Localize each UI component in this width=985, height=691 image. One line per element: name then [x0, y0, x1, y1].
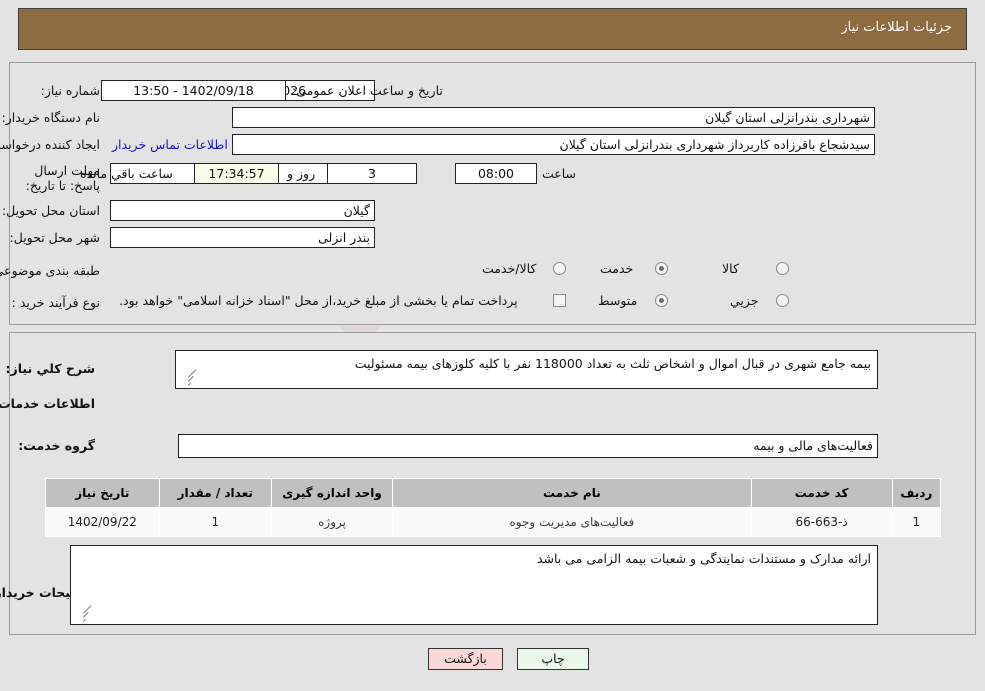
announce-date-value: 1402/09/18 - 13:50: [101, 80, 286, 101]
city-value: بندر انزلی: [110, 227, 375, 248]
need-info-panel: [9, 62, 976, 325]
days-remaining-value: 3: [327, 163, 417, 184]
cell-date: 1402/09/22: [45, 507, 160, 537]
buyer-notes-textarea[interactable]: ارائه مدارک و مستندات نمایندگی و شعبات ب…: [70, 545, 878, 625]
services-section-title: اطلاعات خدمات مورد نیاز: [0, 396, 95, 411]
creator-value: سیدشجاع باقرزاده کاربرداز شهرداری بندران…: [232, 134, 875, 155]
radio-process-motevaset[interactable]: [655, 294, 668, 307]
col-code: کد خدمت: [750, 478, 893, 508]
time-remaining-value: 17:34:57: [194, 163, 279, 184]
radio-label-kala[interactable]: کالا: [722, 261, 739, 276]
cell-unit: پروژه: [270, 507, 394, 537]
announce-date-label: تاریخ و ساعت اعلان عمومی:: [292, 83, 443, 98]
city-label: شهر محل تحویل:: [9, 230, 100, 245]
process-label: نوع فرآیند خرید :: [11, 295, 100, 310]
radio-label-khedmat[interactable]: خدمت: [600, 261, 633, 276]
need-number-label: شماره نیاز:: [40, 83, 100, 98]
page-title: جزئیات اطلاعات نیاز: [841, 20, 952, 35]
radio-category-kala[interactable]: [776, 262, 789, 275]
radio-process-jozee[interactable]: [776, 294, 789, 307]
creator-label: ایجاد کننده درخواست:: [0, 137, 100, 152]
buyer-org-label: نام دستگاه خریدار:: [1, 110, 100, 125]
description-textarea[interactable]: بیمه جامع شهری در قبال اموال و اشخاص ثلث…: [175, 350, 878, 389]
service-group-label: گروه خدمت:: [18, 438, 95, 453]
page-root: جزئیات اطلاعات نیاز شماره نیاز: 11020052…: [0, 0, 985, 691]
buyer-org-value: شهرداری بندرانزلی استان گیلان: [232, 107, 875, 128]
radio-category-khedmat[interactable]: [655, 262, 668, 275]
description-value: بیمه جامع شهری در قبال اموال و اشخاص ثلث…: [354, 356, 871, 371]
checkbox-treasury-document[interactable]: [553, 294, 566, 307]
cell-row: 1: [891, 507, 942, 537]
treasury-note-label: پرداخت تمام یا بخشی از مبلغ خرید،از محل …: [119, 293, 518, 308]
table-row: 1 ذ-663-66 فعالیت‌های مدیریت وجوه پروژه …: [45, 507, 942, 537]
print-button[interactable]: چاپ: [517, 648, 589, 670]
col-qty: تعداد / مقدار: [158, 478, 272, 508]
resize-grip-icon-2[interactable]: [73, 605, 92, 623]
service-group-value: فعالیت‌های مالی و بیمه: [178, 434, 878, 458]
col-date: تاریخ نیاز: [45, 478, 160, 508]
cell-qty: 1: [158, 507, 272, 537]
resize-grip-icon[interactable]: [178, 369, 197, 387]
radio-label-jozee[interactable]: جزيي: [730, 293, 759, 308]
category-label: طبقه بندی موضوعی:: [0, 263, 100, 278]
buyer-notes-value: ارائه مدارک و مستندات نمایندگی و شعبات ب…: [536, 551, 871, 566]
col-unit: واحد اندازه گیری: [270, 478, 394, 508]
back-button[interactable]: بازگشت: [428, 648, 503, 670]
days-unit-label: روز و: [287, 166, 316, 181]
hour-value: 08:00: [455, 163, 537, 184]
province-label: استان محل تحویل:: [1, 203, 100, 218]
province-value: گیلان: [110, 200, 375, 221]
col-row: ردیف: [891, 478, 942, 508]
col-name: نام خدمت: [392, 478, 752, 508]
description-label: شرح کلي نياز:: [5, 361, 95, 376]
header-bar: جزئیات اطلاعات نیاز: [18, 8, 967, 50]
radio-label-kala-khedmat[interactable]: کالا/خدمت: [482, 261, 536, 276]
hour-label: ساعت: [542, 166, 577, 181]
radio-label-motevaset[interactable]: متوسط: [598, 293, 637, 308]
time-remaining-suffix: ساعت باقي مانده: [80, 166, 173, 181]
services-table: ردیف کد خدمت نام خدمت واحد اندازه گیری ت…: [45, 478, 942, 537]
buyer-contact-link[interactable]: اطلاعات تماس خریدار: [112, 137, 228, 152]
cell-name: فعالیت‌های مدیریت وجوه: [392, 507, 752, 537]
radio-category-kala-khedmat[interactable]: [553, 262, 566, 275]
table-header-row: ردیف کد خدمت نام خدمت واحد اندازه گیری ت…: [45, 478, 942, 508]
cell-code: ذ-663-66: [750, 507, 893, 537]
